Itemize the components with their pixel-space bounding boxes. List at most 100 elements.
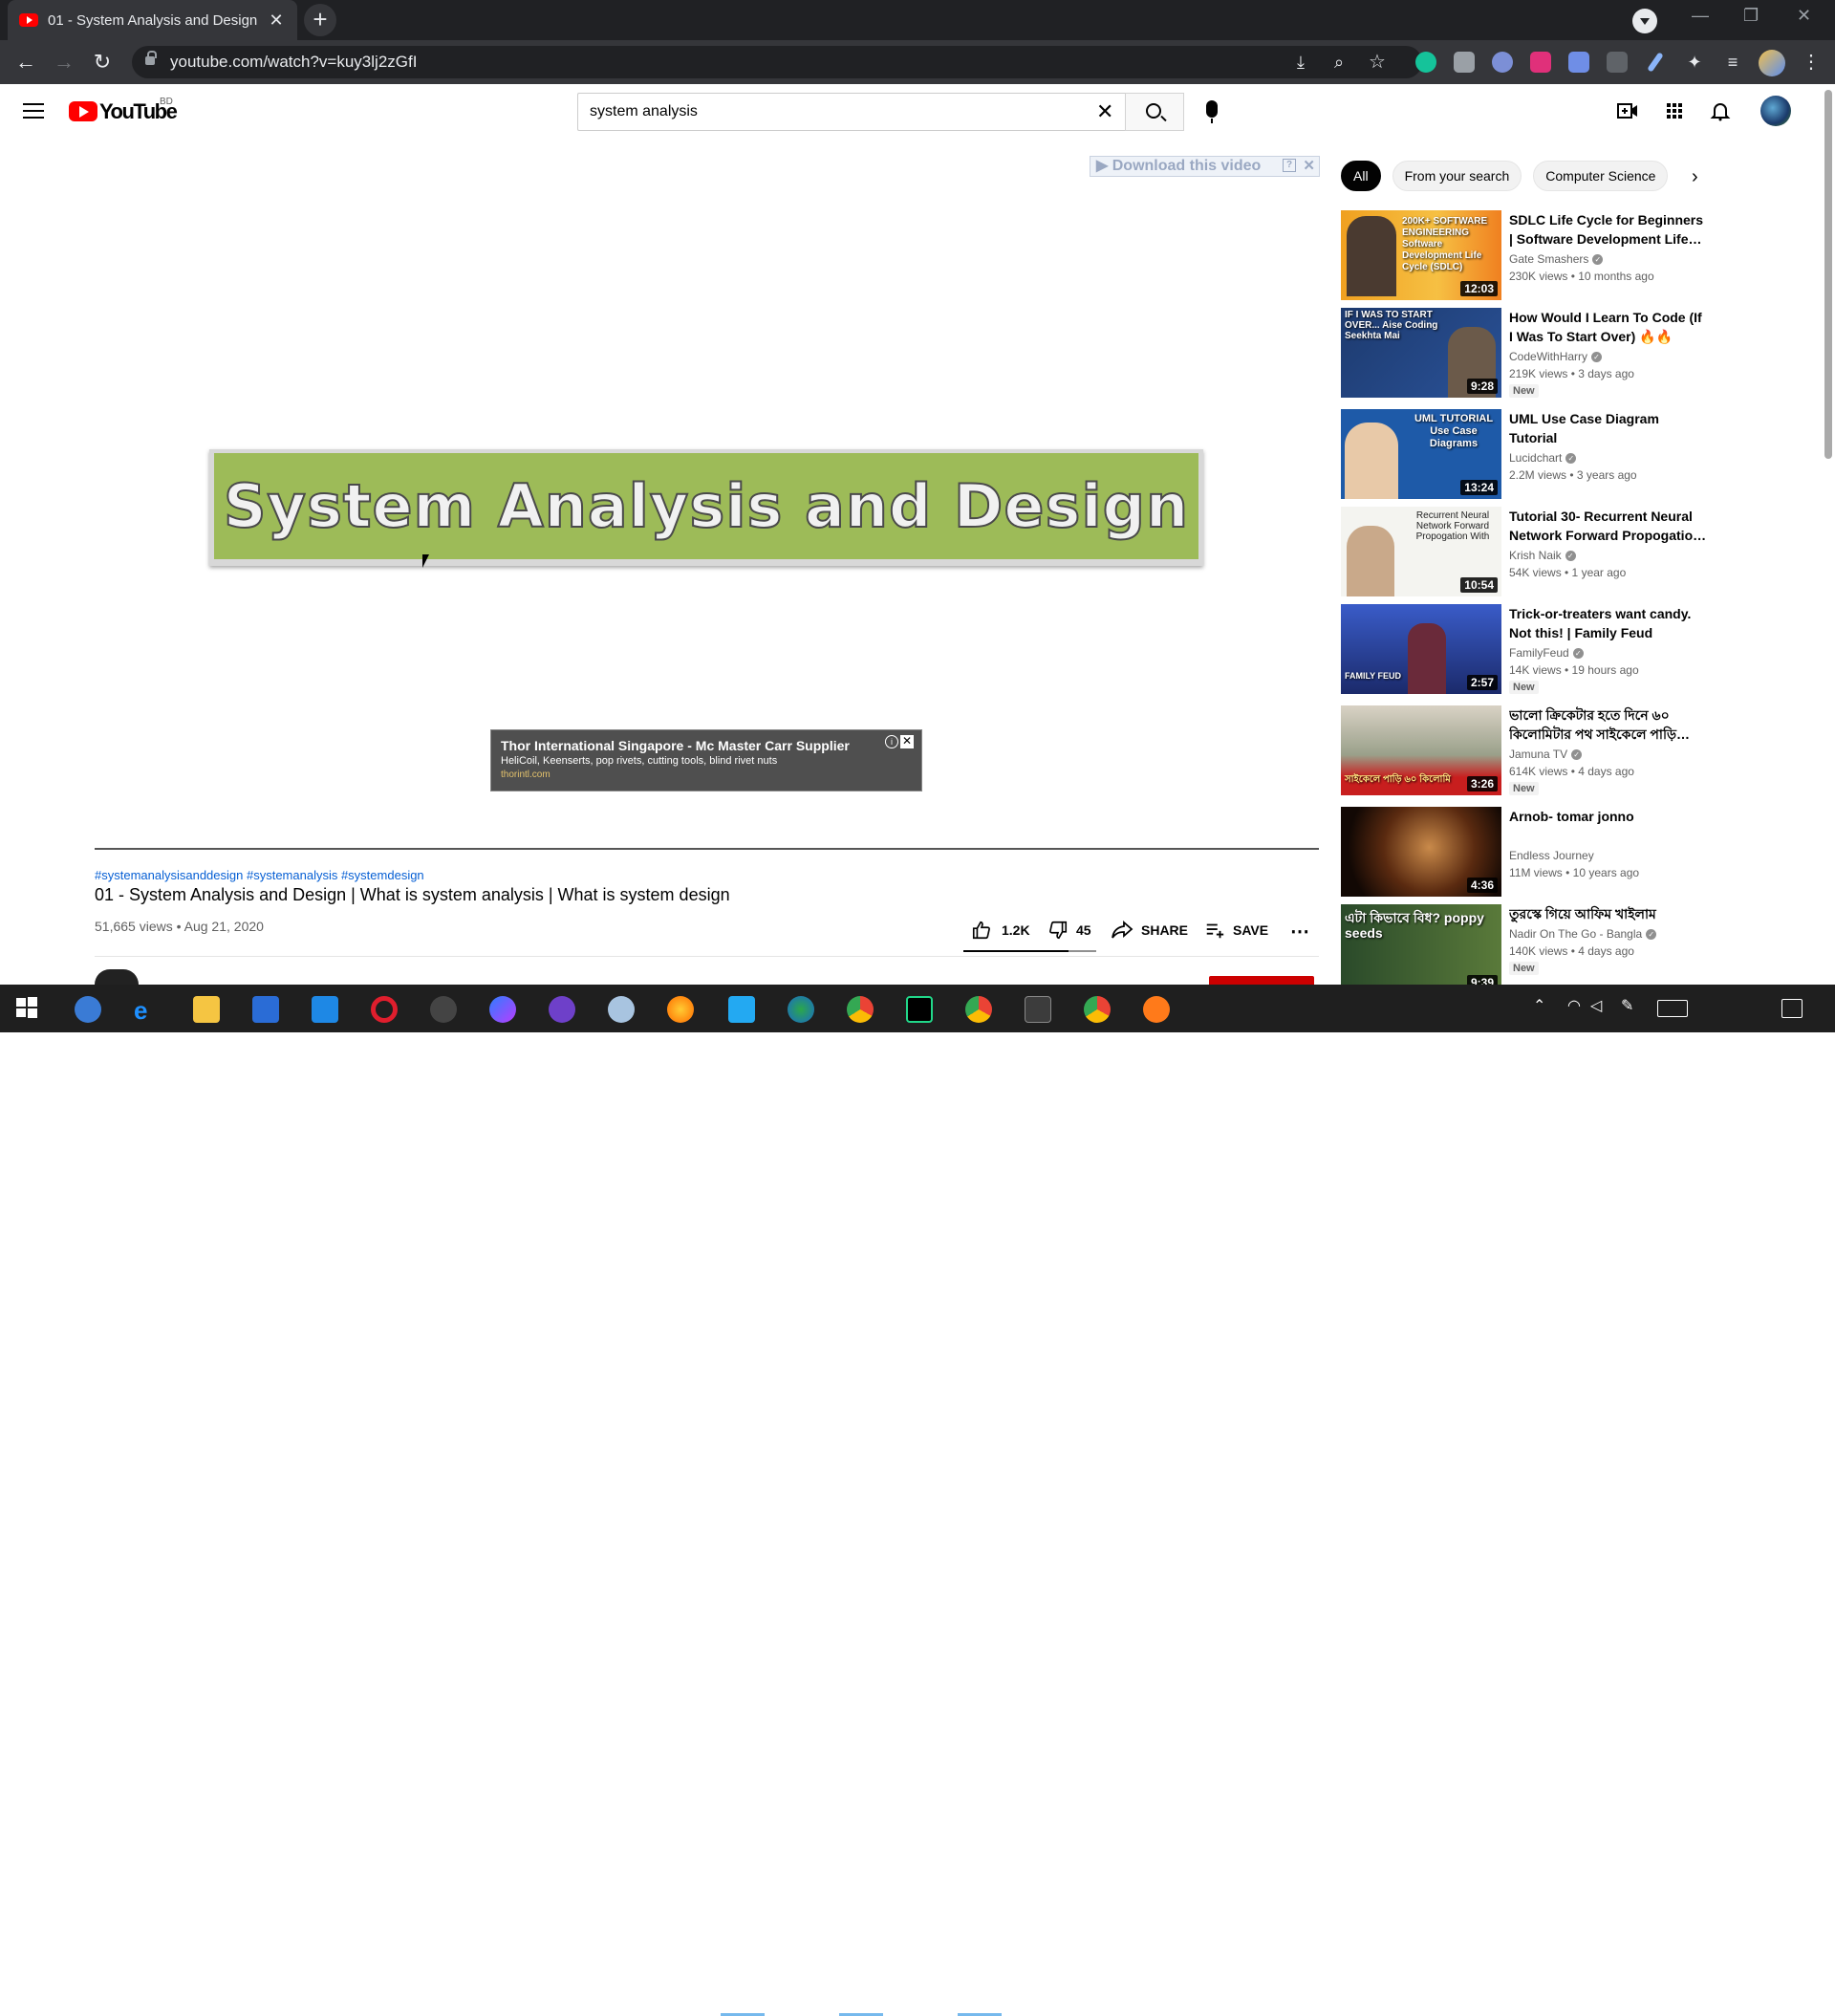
recommendation-channel[interactable]: Lucidchart ✓	[1509, 451, 1577, 465]
mail-icon[interactable]	[312, 996, 338, 1023]
recommendation-title[interactable]: SDLC Life Cycle for Beginners | Software…	[1509, 210, 1708, 249]
play-extension-icon[interactable]	[1530, 52, 1551, 73]
recommendation-item[interactable]: 4:36 Arnob- tomar jonno Endless Journey …	[1341, 807, 1714, 897]
address-bar[interactable]: youtube.com/watch?v=kuy3lj2zGfI	[132, 46, 1422, 78]
edge-browser-icon[interactable]: e	[134, 996, 161, 1025]
recommendation-title[interactable]: Tutorial 30- Recurrent Neural Network Fo…	[1509, 507, 1708, 545]
account-avatar[interactable]	[1760, 96, 1791, 126]
recommendation-item[interactable]: FAMILY FEUD 2:57 Trick-or-treaters want …	[1341, 604, 1714, 694]
create-video-icon[interactable]	[1616, 99, 1639, 122]
channel-name[interactable]: Lucidchart	[1509, 451, 1562, 465]
hamburger-menu-icon[interactable]	[23, 103, 44, 119]
recommendation-channel[interactable]: Gate Smashers ✓	[1509, 252, 1604, 266]
recommendation-title[interactable]: Trick-or-treaters want candy. Not this! …	[1509, 604, 1708, 642]
channel-name[interactable]: FamilyFeud	[1509, 646, 1569, 660]
recommendation-item[interactable]: IF I WAS TO START OVER... Aise Coding Se…	[1341, 308, 1714, 398]
share-button[interactable]: SHARE	[1111, 920, 1188, 941]
recommendation-thumbnail[interactable]: এটা কিভাবে বিধ? poppy seeds 9:39	[1341, 904, 1501, 994]
terminal-icon[interactable]	[1025, 996, 1051, 1023]
download-help-icon[interactable]: ?	[1283, 159, 1296, 172]
recommendation-title[interactable]: ভালো ক্রিকেটার হতে দিনে ৬০ কিলোমিটার পথ …	[1509, 705, 1708, 744]
recommendation-channel[interactable]: CodeWithHarry ✓	[1509, 350, 1603, 363]
volume-icon[interactable]: ◁	[1590, 996, 1617, 1023]
more-actions-icon[interactable]: ⋯	[1290, 920, 1309, 943]
chrome-profile-2-icon[interactable]	[965, 996, 992, 1023]
tab-close-icon[interactable]: ✕	[267, 11, 286, 31]
save-button[interactable]: SAVE	[1204, 920, 1268, 941]
zoom-icon[interactable]: ⌕	[1325, 48, 1353, 76]
recommendation-title[interactable]: Arnob- tomar jonno	[1509, 807, 1708, 826]
chrome-profile-3-icon[interactable]	[1084, 996, 1111, 1023]
apps-grid-icon[interactable]	[1663, 99, 1686, 122]
chip-all[interactable]: All	[1341, 161, 1381, 191]
search-button[interactable]	[1125, 93, 1184, 131]
pen-extension-icon[interactable]	[1647, 52, 1664, 73]
like-button[interactable]: 1.2K	[971, 920, 1030, 941]
opera-browser-icon[interactable]	[371, 996, 398, 1023]
channel-name[interactable]: CodeWithHarry	[1509, 350, 1587, 363]
messenger-icon[interactable]	[489, 996, 516, 1023]
recommendation-item[interactable]: এটা কিভাবে বিধ? poppy seeds 9:39 তুরস্কে…	[1341, 904, 1714, 994]
channel-avatar[interactable]	[95, 969, 139, 985]
recommendation-channel[interactable]: Nadir On The Go - Bangla ✓	[1509, 927, 1657, 941]
recommendation-thumbnail[interactable]: 4:36	[1341, 807, 1501, 897]
install-icon[interactable]: ⤓	[1286, 48, 1315, 76]
recommendation-item[interactable]: UML TUTORIAL Use Case Diagrams 13:24 UML…	[1341, 409, 1714, 499]
puzzle-extensions-icon[interactable]: ✦	[1680, 48, 1709, 76]
video-hashtags[interactable]: #systemanalysisanddesign #systemanalysis…	[95, 868, 424, 882]
recommendation-channel[interactable]: Endless Journey	[1509, 849, 1594, 862]
download-extension-icon[interactable]	[1568, 52, 1589, 73]
channel-name[interactable]: Krish Naik	[1509, 549, 1562, 562]
tab-search-icon[interactable]	[1632, 9, 1657, 33]
scrollbar-thumb[interactable]	[1824, 90, 1832, 459]
pycharm-icon[interactable]	[906, 996, 933, 1023]
recommendation-title[interactable]: How Would I Learn To Code (If I Was To S…	[1509, 308, 1708, 346]
vscode-icon[interactable]	[728, 996, 755, 1023]
extension-icon[interactable]	[1492, 52, 1513, 73]
channel-name[interactable]: Nadir On The Go - Bangla	[1509, 927, 1642, 941]
ad-close-icon[interactable]: ✕	[900, 735, 914, 748]
screen-extension-icon[interactable]	[1607, 52, 1628, 73]
channel-name[interactable]: Jamuna TV	[1509, 748, 1567, 761]
chip-from-your-search[interactable]: From your search	[1392, 161, 1522, 191]
download-video-overlay[interactable]: ▶ Download this video ? ✕	[1090, 156, 1320, 177]
tray-expand-icon[interactable]: ⌃	[1533, 996, 1560, 1023]
close-window-button[interactable]: ✕	[1797, 6, 1811, 26]
subscribe-button[interactable]	[1209, 976, 1314, 985]
ad-url[interactable]: thorintl.com	[501, 770, 912, 780]
new-tab-button[interactable]: +	[304, 4, 336, 36]
microphone-icon[interactable]	[1206, 100, 1218, 123]
reading-list-icon[interactable]: ≡	[1718, 48, 1747, 76]
recommendation-channel[interactable]: FamilyFeud ✓	[1509, 646, 1584, 660]
recommendation-item[interactable]: Recurrent Neural Network Forward Propoga…	[1341, 507, 1714, 596]
chrome-profile-avatar[interactable]	[1759, 50, 1785, 76]
recommendation-channel[interactable]: Jamuna TV ✓	[1509, 748, 1583, 761]
recommendation-channel[interactable]: Krish Naik ✓	[1509, 549, 1576, 562]
reload-icon[interactable]: ↻	[88, 48, 117, 76]
forward-icon[interactable]: →	[50, 48, 78, 76]
clear-search-icon[interactable]: ✕	[1096, 99, 1113, 124]
recommendation-thumbnail[interactable]: IF I WAS TO START OVER... Aise Coding Se…	[1341, 308, 1501, 398]
browser-tab[interactable]: 01 - System Analysis and Design ✕	[8, 0, 297, 40]
system-clock[interactable]: 9:59 PM 10/12/2021	[1745, 1976, 1812, 2014]
chrome-icon[interactable]	[847, 996, 874, 1023]
back-icon[interactable]: ←	[11, 48, 40, 76]
chrome-menu-icon[interactable]: ⋮	[1797, 48, 1825, 76]
file-explorer-icon[interactable]	[193, 996, 220, 1023]
dislike-button[interactable]: 45	[1047, 920, 1091, 941]
chip-computer-science[interactable]: Computer Science	[1533, 161, 1669, 191]
windows-start-icon[interactable]	[15, 996, 42, 1023]
grammarly-extension-icon[interactable]	[1415, 52, 1436, 73]
action-center-icon[interactable]	[1781, 999, 1803, 1018]
edge-legacy-icon[interactable]	[788, 996, 814, 1023]
postman-icon[interactable]	[1143, 996, 1170, 1023]
bookmark-star-icon[interactable]: ☆	[1363, 48, 1392, 76]
channel-name[interactable]: Endless Journey	[1509, 849, 1594, 862]
player-progress-bar[interactable]	[95, 848, 1319, 850]
ad-headline[interactable]: Thor International Singapore - Mc Master…	[501, 738, 912, 753]
recommendation-thumbnail[interactable]: সাইকেলে পাড়ি ৬০ কিলোমি 3:26	[1341, 705, 1501, 795]
microsoft-store-icon[interactable]	[252, 996, 279, 1023]
download-video-label[interactable]: ▶ Download this video	[1096, 158, 1261, 174]
youtube-logo-icon[interactable]	[69, 101, 97, 121]
recommendation-thumbnail[interactable]: UML TUTORIAL Use Case Diagrams 13:24	[1341, 409, 1501, 499]
